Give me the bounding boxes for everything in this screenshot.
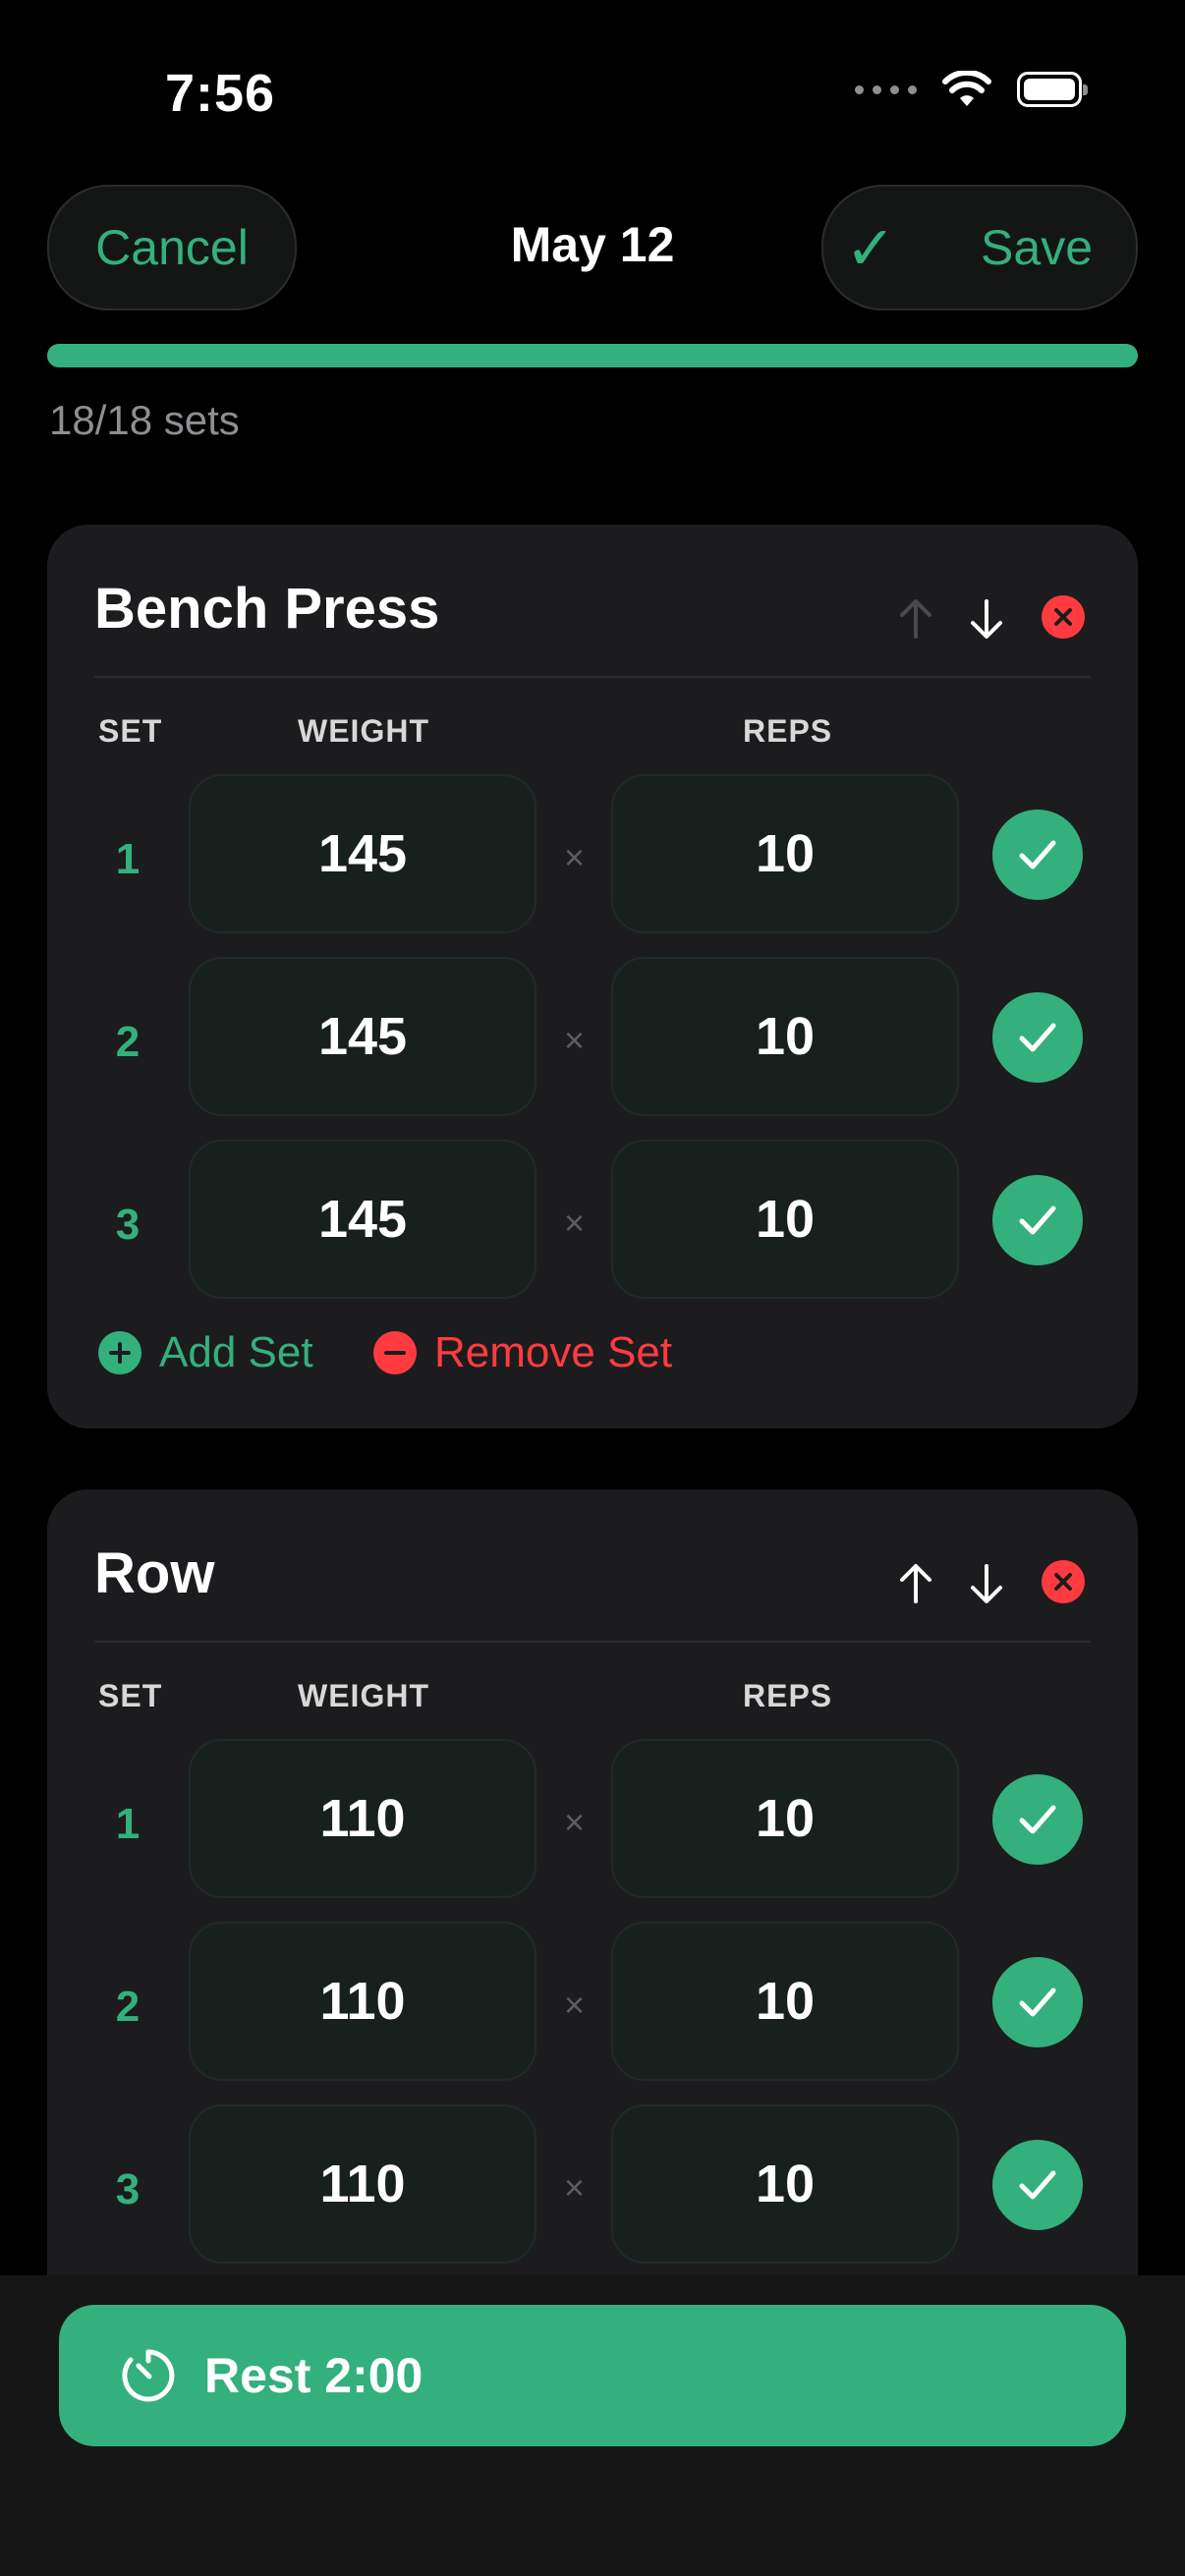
wifi-icon [942,71,991,106]
times-sign: × [564,1020,586,1060]
column-header-weight: WEIGHT [298,1678,429,1713]
exercise-card-bench-press: Bench Press SET WEIGHT REPS 1 145 × 10 2… [47,525,1138,1428]
save-button[interactable]: ✓ Save [821,185,1138,310]
exercise-title: Row [94,1541,215,1605]
timer-icon [122,2349,175,2402]
card-divider [94,676,1091,678]
times-sign: × [564,2167,586,2208]
add-set-label: Add Set [159,1328,313,1376]
checkmark-icon: ✓ [845,214,896,283]
set-number: 3 [115,2165,141,2213]
reps-input[interactable]: 10 [611,957,959,1116]
reps-input[interactable]: 10 [611,1739,959,1898]
arrow-up-icon[interactable] [896,1562,935,1605]
checkmark-icon [1019,1988,1056,2017]
minus-circle-icon [373,1331,417,1374]
arrow-up-icon[interactable] [896,597,935,641]
set-number: 1 [115,835,141,883]
progress-fill [47,344,1138,367]
close-icon [1054,1573,1072,1591]
remove-set-label: Remove Set [434,1328,673,1376]
complete-set-button[interactable] [992,1957,1083,2047]
set-number: 2 [115,1983,141,2031]
checkmark-icon [1019,1805,1056,1834]
reps-input[interactable]: 10 [611,1140,959,1299]
complete-set-button[interactable] [992,2140,1083,2230]
status-icons [855,71,1088,108]
add-set-button[interactable]: Add Set [98,1328,313,1377]
weight-input[interactable]: 110 [189,1739,536,1898]
arrow-down-icon[interactable] [967,1562,1006,1605]
times-sign: × [564,1985,586,2025]
battery-icon [1017,72,1088,107]
remove-exercise-button[interactable] [1042,595,1085,639]
rest-timer-button[interactable]: Rest 2:00 [59,2305,1126,2446]
exercise-title: Bench Press [94,577,440,641]
weight-input[interactable]: 110 [189,1922,536,2081]
card-divider [94,1641,1091,1643]
save-label: Save [981,220,1093,275]
set-number: 3 [115,1201,141,1249]
complete-set-button[interactable] [992,1175,1083,1265]
checkmark-icon [1019,1205,1056,1235]
weight-input[interactable]: 145 [189,957,536,1116]
plus-circle-icon [98,1331,141,1374]
progress-label: 18/18 sets [49,397,240,443]
set-number: 2 [115,1018,141,1066]
remove-set-button[interactable]: Remove Set [373,1328,672,1377]
checkmark-icon [1019,840,1056,869]
reps-input[interactable]: 10 [611,1922,959,2081]
weight-input[interactable]: 110 [189,2104,536,2264]
rest-timer-label: Rest 2:00 [204,2348,423,2403]
progress-bar [47,344,1138,367]
column-header-weight: WEIGHT [298,713,429,749]
column-header-set: SET [98,713,163,749]
column-header-reps: REPS [743,1678,833,1713]
close-icon [1054,608,1072,626]
checkmark-icon [1019,1023,1056,1052]
weight-input[interactable]: 145 [189,1140,536,1299]
reps-input[interactable]: 10 [611,774,959,933]
weight-input[interactable]: 145 [189,774,536,933]
signal-dots-icon [855,84,917,94]
complete-set-button[interactable] [992,1774,1083,1865]
set-number: 1 [115,1800,141,1848]
times-sign: × [564,1203,586,1243]
column-header-set: SET [98,1678,163,1713]
column-header-reps: REPS [743,713,833,749]
status-time: 7:56 [165,64,276,123]
exercise-card-row: Row SET WEIGHT REPS 1 110 × 10 2 110 × 1… [47,1489,1138,2374]
complete-set-button[interactable] [992,992,1083,1083]
checkmark-icon [1019,2170,1056,2200]
times-sign: × [564,837,586,877]
complete-set-button[interactable] [992,810,1083,900]
reps-input[interactable]: 10 [611,2104,959,2264]
times-sign: × [564,1802,586,1842]
arrow-down-icon[interactable] [967,597,1006,641]
remove-exercise-button[interactable] [1042,1560,1085,1603]
